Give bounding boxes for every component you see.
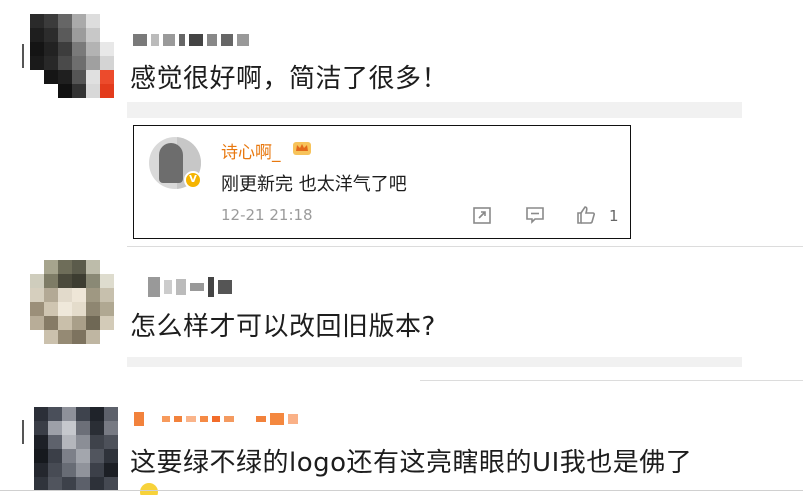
verified-badge-icon: V [184,171,202,189]
reply-card[interactable]: V 诗心啊_ 刚更新完 也太洋气了吧 12-21 21:18 1 [133,125,631,239]
hidden-strip [127,102,742,118]
reply-username[interactable]: 诗心啊_ [221,138,281,163]
comment-text: 怎么样才可以改回旧版本? [130,312,436,342]
reply-timestamp: 12-21 21:18 [221,206,313,224]
emoji-icon [140,483,158,495]
like-count: 1 [609,207,619,225]
avatar[interactable] [30,14,114,98]
divider [420,380,803,381]
username-blurred[interactable] [148,275,232,299]
thumbs-up-icon[interactable] [575,204,597,226]
comment-text: 这要绿不绿的logo还有这亮瞎眼的UI我也是佛了 [130,448,693,478]
username-blurred[interactable] [133,33,249,47]
comment-icon[interactable] [524,204,546,226]
reply-text: 刚更新完 也太洋气了吧 [221,174,407,195]
crown-icon [293,142,311,155]
divider [0,490,803,491]
edge-mark [22,420,24,444]
divider [127,246,803,247]
comment-text: 感觉很好啊，简洁了很多！ [130,64,449,94]
hidden-strip [127,357,742,367]
share-icon[interactable] [471,204,493,226]
username-blurred[interactable] [134,410,298,428]
edge-mark [22,44,24,68]
avatar[interactable] [30,260,114,344]
avatar[interactable] [34,407,118,491]
